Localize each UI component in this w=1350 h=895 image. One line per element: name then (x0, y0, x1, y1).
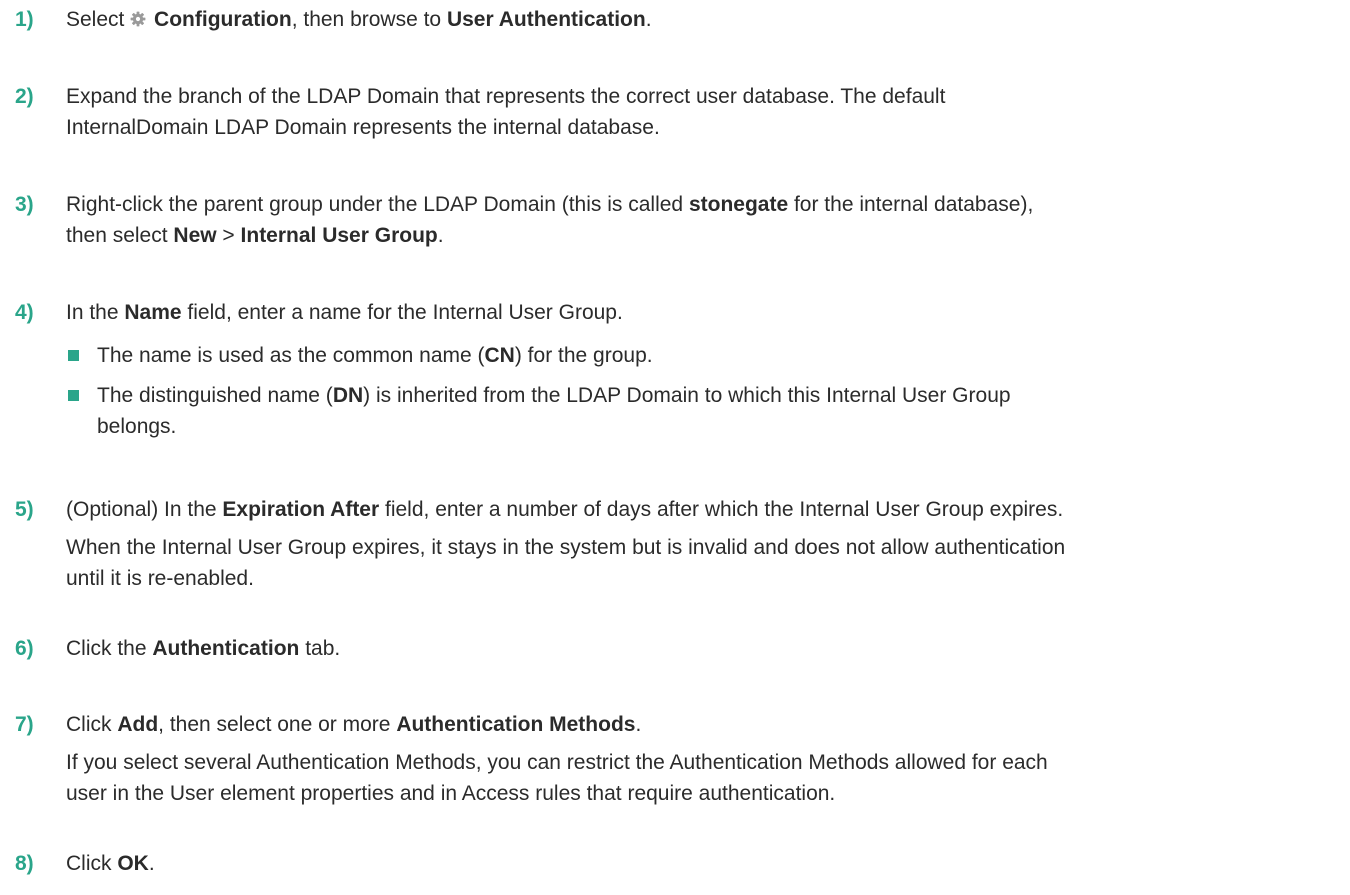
ui-label-dn: DN (332, 384, 364, 407)
ui-label-stonegate: stonegate (688, 193, 789, 216)
step-text-part: . (635, 713, 642, 736)
step-text-part: field, enter a name for the Internal Use… (181, 301, 623, 324)
step-text-line: InternalDomain LDAP Domain represents th… (66, 116, 660, 139)
step-text-part: field, enter a number of days after whic… (379, 498, 1064, 521)
step-text-line: Expand the branch of the LDAP Domain tha… (66, 85, 946, 108)
ui-label-add: Add (117, 713, 159, 736)
step-number: 2) (15, 85, 34, 108)
step-text-part: (Optional) In the (66, 498, 223, 521)
step-text-part: Click (66, 852, 118, 875)
step-text-part: for the internal database), (788, 193, 1034, 216)
step-text-part: Select (66, 8, 131, 31)
step-number: 4) (15, 301, 34, 324)
step-text-part: In the (66, 301, 125, 324)
step-text-part: , then browse to (291, 8, 447, 31)
step-note-line: When the Internal User Group expires, it… (66, 536, 1066, 559)
ui-label-new: New (173, 224, 217, 247)
ui-label-configuration: Configuration (154, 8, 292, 31)
step-note-line: user in the User element properties and … (66, 782, 836, 805)
step-text-part: . (148, 852, 155, 875)
bullet-text-part: ) for the group. (514, 344, 653, 367)
bullet-square-icon (68, 390, 79, 401)
step-text: (Optional) In the Expiration After field… (66, 494, 1336, 594)
bullet-text-part: The name is used as the common name ( (97, 344, 485, 367)
bullet-text-part: ) is inherited from the LDAP Domain to w… (363, 384, 1011, 407)
ui-label-expiration-after: Expiration After (222, 498, 380, 521)
step-text-part: , then select one or more (158, 713, 397, 736)
ui-label-user-authentication: User Authentication (446, 8, 646, 31)
bullet-text-part: The distinguished name ( (97, 384, 333, 407)
step-text-part: . (645, 8, 652, 31)
step-text: Right-click the parent group under the L… (66, 189, 1336, 251)
step-text: Click the Authentication tab. (66, 633, 1336, 664)
step-text: In the Name field, enter a name for the … (66, 297, 1336, 451)
bullet-text-part: belongs. (97, 415, 177, 438)
bullet-square-icon (68, 350, 79, 361)
ui-label-ok: OK (117, 852, 149, 875)
step-text: Select Configuration, then browse to Use (66, 4, 1336, 35)
ui-label-name: Name (124, 301, 182, 324)
menu-separator: > (216, 224, 241, 247)
step-note-line: If you select several Authentication Met… (66, 751, 1048, 774)
step-text-part: then select (66, 224, 174, 247)
step-number: 5) (15, 498, 34, 521)
ui-label-cn: CN (484, 344, 515, 367)
list-item: The distinguished name (DN) is inherited… (66, 380, 1336, 442)
step-text: Click Add, then select one or more Authe… (66, 709, 1336, 809)
gear-icon (130, 11, 146, 27)
ui-label-authentication-methods: Authentication Methods (396, 713, 636, 736)
step-text-part: . (437, 224, 444, 247)
step-number: 6) (15, 637, 34, 660)
list-item: The name is used as the common name (CN)… (66, 340, 1336, 371)
step-number: 1) (15, 8, 34, 31)
step-number: 3) (15, 193, 34, 216)
step-text-part: Right-click the parent group under the L… (66, 193, 689, 216)
step-text: Click OK. (66, 848, 1336, 879)
bullet-list: The name is used as the common name (CN)… (66, 340, 1336, 442)
ui-label-authentication: Authentication (152, 637, 300, 660)
step-text-part: Click the (66, 637, 153, 660)
step-text-part: tab. (299, 637, 341, 660)
step-note-line: until it is re-enabled. (66, 567, 254, 590)
step-number: 8) (15, 852, 34, 875)
step-text: Expand the branch of the LDAP Domain tha… (66, 81, 1336, 143)
step-number: 7) (15, 713, 34, 736)
ui-label-internal-user-group: Internal User Group (240, 224, 438, 247)
step-text-part: Click (66, 713, 118, 736)
